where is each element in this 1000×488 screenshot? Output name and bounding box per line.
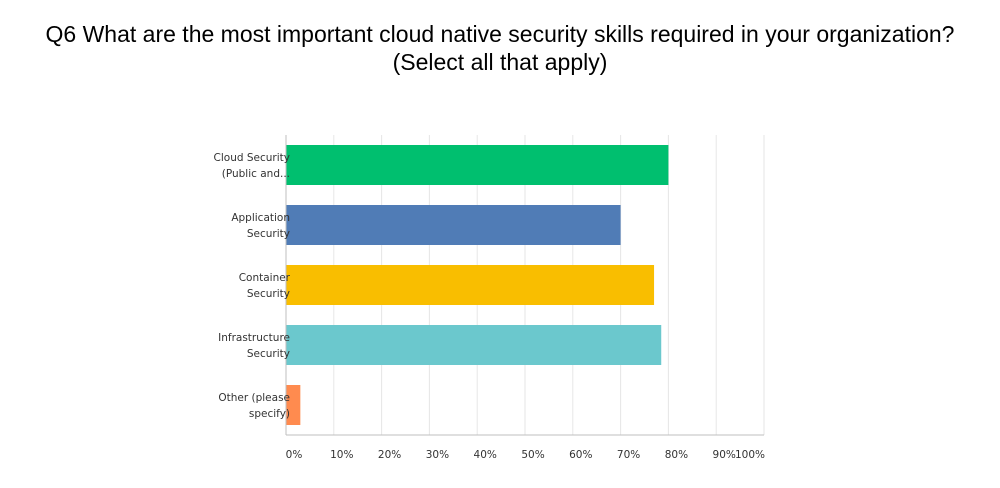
category-label: Security	[247, 348, 290, 360]
category-labels: Cloud Security (Public and... Application S…	[214, 152, 291, 420]
category-label: Application	[231, 212, 290, 224]
category-label: Security	[247, 228, 290, 240]
category-label: Container	[239, 272, 291, 284]
x-tick-label: 70%	[617, 449, 640, 461]
x-tick-label: 40%	[474, 449, 497, 461]
bar	[286, 325, 662, 365]
x-tick-label: 10%	[330, 449, 353, 461]
x-tick-label: 30%	[426, 449, 449, 461]
x-tick-label: 20%	[378, 449, 401, 461]
bar	[286, 265, 655, 305]
category-label: (Public and...	[222, 168, 290, 180]
x-tick-label: 90%	[713, 449, 736, 461]
x-tick-label: 80%	[665, 449, 688, 461]
category-label: specify)	[249, 408, 290, 420]
category-label: Other (please	[218, 392, 290, 404]
bar	[286, 205, 621, 245]
tick-labels: 0% 10% 20% 30% 40% 50% 60% 70% 80% 90% 100%	[286, 449, 765, 461]
category-label: Security	[247, 288, 290, 300]
x-tick-label: 60%	[569, 449, 592, 461]
x-tick-label: 0%	[286, 449, 303, 461]
x-tick-label: 50%	[521, 449, 544, 461]
category-label: Infrastructure	[218, 332, 290, 344]
bar-chart: Cloud Security (Public and... Application S…	[214, 135, 765, 461]
x-tick-label: 100%	[735, 449, 765, 461]
category-label: Cloud Security	[214, 152, 290, 164]
bar	[286, 145, 669, 185]
